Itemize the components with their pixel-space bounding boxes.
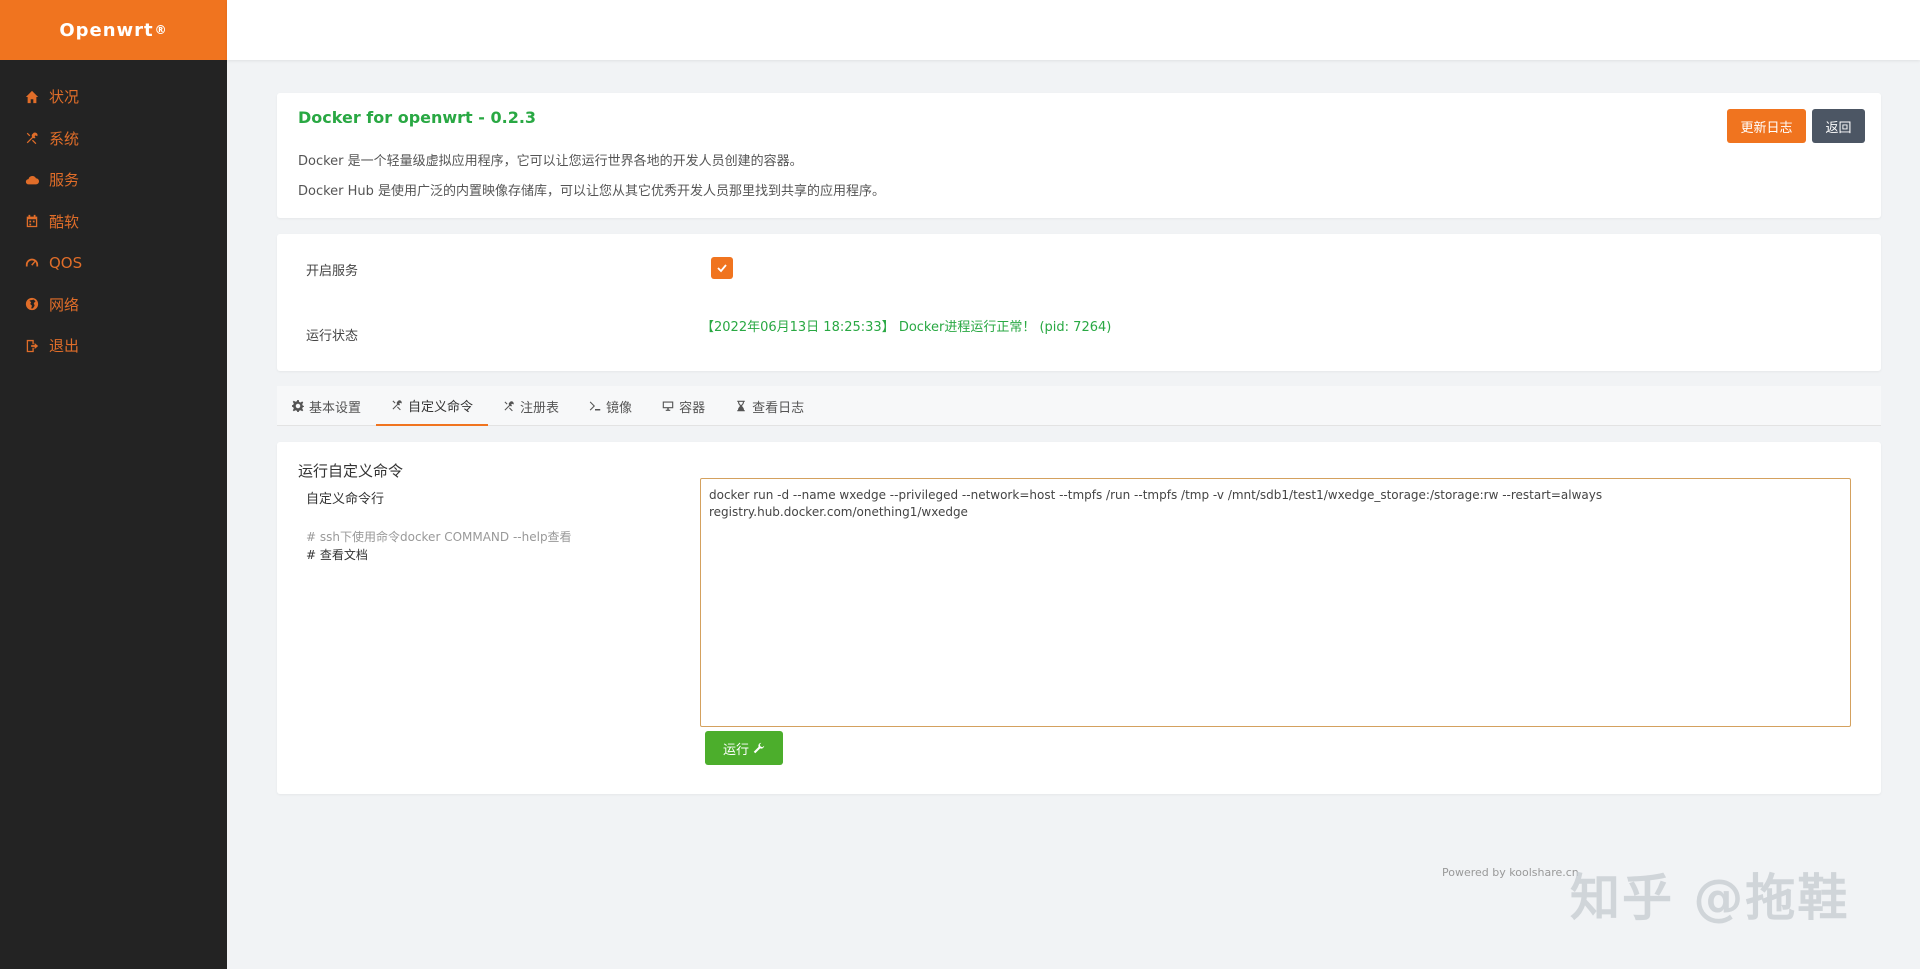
command-textarea[interactable]: [700, 478, 1851, 727]
tab-label: 镜像: [606, 400, 633, 416]
sidebar-item-status[interactable]: 状况: [0, 76, 227, 118]
run-status-label: 运行状态: [306, 329, 359, 344]
brand-mark: ®: [154, 23, 168, 37]
page-title: Docker for openwrt - 0.2.3: [298, 108, 537, 127]
command-hint: # ssh下使用命令docker COMMAND --help查看: [306, 530, 572, 544]
custom-command-card: 运行自定义命令 自定义命令行 # ssh下使用命令docker COMMAND …: [277, 442, 1881, 794]
sidebar-item-label: 状况: [49, 88, 80, 107]
changelog-button[interactable]: 更新日志: [1727, 109, 1806, 143]
check-icon: [717, 264, 727, 273]
sidebar-item-label: 酷软: [49, 212, 80, 231]
sidebar-item-network[interactable]: 网络: [0, 284, 227, 326]
sidebar-item-system[interactable]: 系统: [0, 118, 227, 160]
tools-icon: [391, 399, 403, 411]
top-bar: [227, 0, 1920, 60]
tab-basic-settings[interactable]: 基本设置: [277, 386, 376, 426]
footer-text: Powered by koolshare.cn: [1442, 866, 1579, 879]
view-docs-link[interactable]: # 查看文档: [306, 546, 368, 563]
tab-label: 自定义命令: [408, 399, 474, 415]
terminal-icon: [589, 400, 601, 412]
section-title: 运行自定义命令: [298, 462, 404, 480]
description-docker-hub: Docker Hub 是使用广泛的内置映像存储库，可以让您从其它优秀开发人员那里…: [298, 184, 886, 199]
monitor-icon: [662, 400, 674, 412]
hourglass-icon: [735, 400, 747, 412]
logout-icon: [25, 339, 39, 353]
run-status-text: 【2022年06月13日 18:25:33】 Docker进程运行正常！ (pi…: [701, 320, 1112, 335]
run-button[interactable]: 运行: [705, 731, 783, 765]
tab-bar: 基本设置 自定义命令 注册表 镜像 容器 查看日志: [277, 386, 1881, 426]
sidebar-item-label: 服务: [49, 171, 80, 190]
watermark: 知乎 @拖鞋: [1570, 869, 1850, 927]
gear-icon: [292, 400, 304, 412]
tab-images[interactable]: 镜像: [574, 386, 647, 426]
back-button[interactable]: 返回: [1812, 109, 1865, 143]
tab-label: 基本设置: [309, 400, 362, 416]
sidebar-item-services[interactable]: 服务: [0, 159, 227, 201]
sidebar-item-label: 系统: [49, 129, 80, 148]
tab-custom-command[interactable]: 自定义命令: [376, 386, 489, 426]
home-icon: [25, 90, 39, 104]
service-status-card: 开启服务 运行状态 【2022年06月13日 18:25:33】 Docker进…: [277, 234, 1881, 371]
sidebar: Openwrt ® 状况 系统 服务 酷软 QOS 网络 退出: [0, 0, 227, 969]
command-field-label: 自定义命令行: [306, 492, 385, 507]
run-button-label: 运行: [722, 742, 749, 758]
tools-icon: [25, 131, 39, 145]
wrench-icon: [753, 742, 765, 754]
globe-icon: [25, 297, 39, 311]
sidebar-item-label: 网络: [49, 295, 80, 314]
enable-service-label: 开启服务: [306, 264, 359, 279]
tab-containers[interactable]: 容器: [647, 386, 720, 426]
tab-label: 注册表: [520, 400, 560, 416]
sidebar-nav: 状况 系统 服务 酷软 QOS 网络 退出: [0, 76, 227, 367]
sidebar-item-label: 退出: [49, 337, 80, 356]
sidebar-item-qos[interactable]: QOS: [0, 242, 227, 284]
gauge-icon: [25, 256, 39, 270]
tools-icon: [503, 400, 515, 412]
enable-service-checkbox[interactable]: [711, 257, 733, 279]
brand-name: Openwrt: [59, 19, 154, 41]
tab-view-logs[interactable]: 查看日志: [720, 386, 819, 426]
brand-logo[interactable]: Openwrt ®: [0, 0, 227, 60]
tab-label: 容器: [679, 400, 706, 416]
calendar-icon: [25, 214, 39, 228]
cloud-icon: [25, 173, 39, 187]
tab-label: 查看日志: [752, 400, 805, 416]
app-header-card: Docker for openwrt - 0.2.3 Docker 是一个轻量级…: [277, 93, 1881, 218]
sidebar-item-label: QOS: [49, 253, 83, 272]
tab-registry[interactable]: 注册表: [488, 386, 574, 426]
description-docker: Docker 是一个轻量级虚拟应用程序，它可以让您运行世界各地的开发人员创建的容…: [298, 154, 803, 169]
sidebar-item-logout[interactable]: 退出: [0, 325, 227, 367]
sidebar-item-koolsoft[interactable]: 酷软: [0, 201, 227, 243]
